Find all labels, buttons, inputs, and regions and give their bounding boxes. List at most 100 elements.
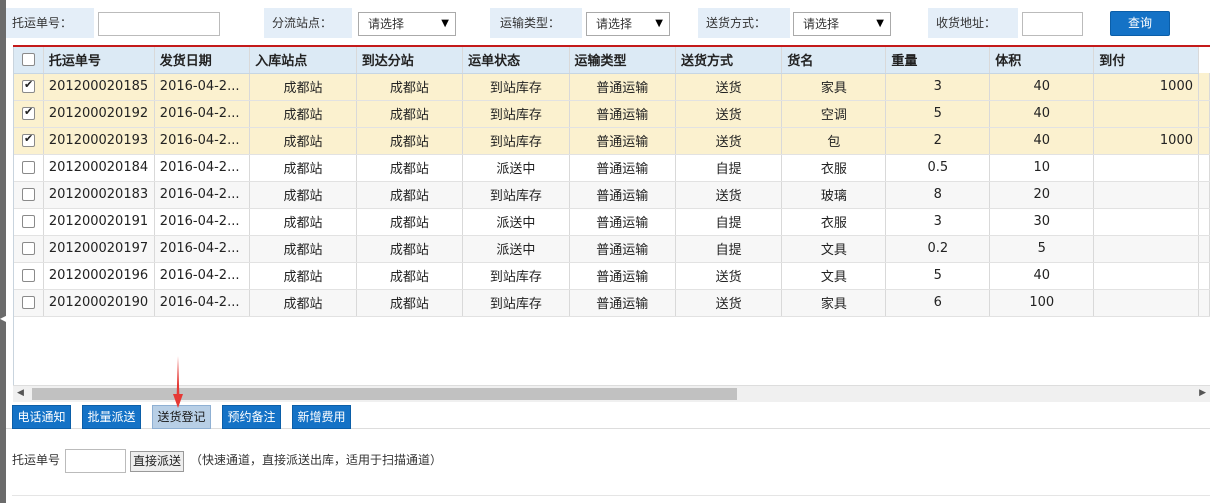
site-select[interactable]: 请选择 ▼ xyxy=(358,12,456,36)
row-checkbox-cell[interactable] xyxy=(14,235,44,263)
row-checkbox-cell[interactable] xyxy=(14,289,44,317)
add-fee-button[interactable]: 新增费用 xyxy=(292,405,351,429)
row-checkbox-cell[interactable] xyxy=(14,181,44,209)
table-row[interactable]: 2012000201922016-04-2...成都站成都站到站库存普通运输送货… xyxy=(14,100,1210,128)
cell-cod: 1000 xyxy=(1093,127,1199,155)
row-checkbox[interactable] xyxy=(21,132,35,147)
direct-dispatch-button[interactable]: 直接派送 xyxy=(130,451,184,472)
cell-overflow xyxy=(1198,208,1210,236)
table-row[interactable]: 2012000201932016-04-2...成都站成都站到站库存普通运输送货… xyxy=(14,127,1210,155)
delivery-register-button[interactable]: 送货登记 xyxy=(152,405,211,429)
horizontal-scrollbar[interactable]: ◀ ▶ xyxy=(13,385,1210,402)
waybill-grid: 托运单号 发货日期 入库站点 到达分站 运单状态 运输类型 送货方式 货名 重量… xyxy=(13,47,1210,393)
cell-delivery: 送货 xyxy=(675,127,783,155)
cell-goods: 玻璃 xyxy=(781,181,887,209)
table-row[interactable]: 201200020183 2016-04-2... 成都站 成都站 到站库存 普通运输 送货… xyxy=(14,181,1210,209)
column-header[interactable]: 货名 xyxy=(781,47,887,74)
column-header[interactable]: 到达分站 xyxy=(356,47,464,74)
row-checkbox-cell[interactable] xyxy=(14,73,44,101)
cell-delivery: 送货 xyxy=(675,100,783,128)
cell-arrive: 成都站 xyxy=(356,154,464,182)
cell-transport: 普通运输 xyxy=(569,73,676,101)
cell-overflow xyxy=(1198,289,1210,317)
cell-volume: 40 xyxy=(989,73,1095,101)
row-checkbox-cell[interactable] xyxy=(14,154,44,182)
cell-transport: 普通运输 xyxy=(569,235,676,263)
quick-waybill-input[interactable] xyxy=(65,449,126,473)
row-checkbox-cell[interactable] xyxy=(14,262,44,290)
waybill-input[interactable] xyxy=(98,12,220,36)
cell-status: 派送中 xyxy=(462,154,570,182)
cell-overflow xyxy=(1198,100,1210,128)
table-row[interactable]: 201200020191 2016-04-2... 成都站 成都站 派送中 普通运输 自提衣… xyxy=(14,208,1210,236)
cell-overflow xyxy=(1198,127,1210,155)
delivery-label: 送货方式： xyxy=(706,16,767,30)
transport-select[interactable]: 请选择 ▼ xyxy=(586,12,670,36)
query-button[interactable]: 查询 xyxy=(1110,11,1170,36)
table-row[interactable]: 2012000201852016-04-2...成都站成都站到站库存普通运输送货… xyxy=(14,73,1210,101)
row-checkbox[interactable] xyxy=(21,161,35,174)
column-header[interactable]: 送货方式 xyxy=(675,47,783,74)
cell-overflow xyxy=(1198,262,1210,290)
row-checkbox[interactable] xyxy=(21,105,35,120)
phone-notify-button[interactable]: 电话通知 xyxy=(12,405,71,429)
collapse-handle-icon[interactable]: ◀ xyxy=(0,314,6,324)
scroll-right-icon[interactable]: ▶ xyxy=(1199,388,1206,398)
column-header[interactable]: 托运单号 xyxy=(43,47,155,74)
cell-delivery: 自提 xyxy=(675,208,783,236)
row-checkbox[interactable] xyxy=(21,269,35,282)
cell-volume: 20 xyxy=(989,181,1095,209)
cell-arrive: 成都站 xyxy=(356,127,464,155)
column-header[interactable]: 体积 xyxy=(989,47,1095,74)
cell-status: 派送中 xyxy=(462,208,570,236)
delivery-select[interactable]: 请选择 ▼ xyxy=(793,12,891,36)
cell-goods: 衣服 xyxy=(781,208,887,236)
cell-waybill: 201200020183 xyxy=(43,181,155,209)
batch-dispatch-button[interactable]: 批量派送 xyxy=(82,405,141,429)
table-row[interactable]: 201200020196 2016-04-2... 成都站 成都站 到站库存 普通运输 送货… xyxy=(14,262,1210,290)
column-header[interactable]: 入库站点 xyxy=(249,47,357,74)
row-checkbox-cell[interactable] xyxy=(14,127,44,155)
cell-weight: 5 xyxy=(885,100,991,128)
cell-arrive: 成都站 xyxy=(356,100,464,128)
column-header[interactable]: 到付 xyxy=(1093,47,1199,74)
row-checkbox[interactable] xyxy=(21,215,35,228)
table-row[interactable]: 201200020190 2016-04-2... 成都站 成都站 到站库存 普通运输 送货… xyxy=(14,289,1210,317)
column-header[interactable]: 重量 xyxy=(885,47,991,74)
select-all-checkbox[interactable] xyxy=(14,47,44,74)
appointment-note-button[interactable]: 预约备注 xyxy=(222,405,281,429)
cell-waybill: 201200020192 xyxy=(43,100,155,128)
cell-date: 2016-04-2... xyxy=(154,181,251,209)
scrollbar-thumb[interactable] xyxy=(32,388,737,400)
cell-transport: 普通运输 xyxy=(569,100,676,128)
column-header[interactable]: 运单状态 xyxy=(462,47,570,74)
cell-cod xyxy=(1093,235,1199,263)
cell-in-site: 成都站 xyxy=(249,289,357,317)
chevron-down-icon: ▼ xyxy=(655,18,663,29)
cell-overflow xyxy=(1198,154,1210,182)
column-header[interactable]: 发货日期 xyxy=(154,47,251,74)
cell-goods: 空调 xyxy=(781,100,887,128)
divider xyxy=(12,495,1210,496)
row-checkbox[interactable] xyxy=(21,242,35,255)
scroll-left-icon[interactable]: ◀ xyxy=(17,388,24,398)
column-header[interactable]: 运输类型 xyxy=(569,47,676,74)
cell-cod xyxy=(1093,154,1199,182)
row-checkbox-cell[interactable] xyxy=(14,208,44,236)
cell-volume: 30 xyxy=(989,208,1095,236)
cell-delivery: 自提 xyxy=(675,235,783,263)
address-input[interactable] xyxy=(1022,12,1083,36)
table-row[interactable]: 201200020197 2016-04-2... 成都站 成都站 派送中 普通运输 自提文… xyxy=(14,235,1210,263)
row-checkbox[interactable] xyxy=(21,78,35,93)
cell-transport: 普通运输 xyxy=(569,208,676,236)
site-select-value: 请选择 xyxy=(368,17,405,31)
row-checkbox-cell[interactable] xyxy=(14,100,44,128)
cell-weight: 3 xyxy=(885,73,991,101)
checkbox-icon[interactable] xyxy=(21,53,35,67)
row-checkbox[interactable] xyxy=(21,296,35,309)
table-row[interactable]: 201200020184 2016-04-2... 成都站 成都站 派送中 普通运输 自提衣… xyxy=(14,154,1210,182)
cell-delivery: 送货 xyxy=(675,73,783,101)
row-checkbox[interactable] xyxy=(21,188,35,201)
waybill-label: 托运单号： xyxy=(12,16,73,30)
cell-arrive: 成都站 xyxy=(356,208,464,236)
